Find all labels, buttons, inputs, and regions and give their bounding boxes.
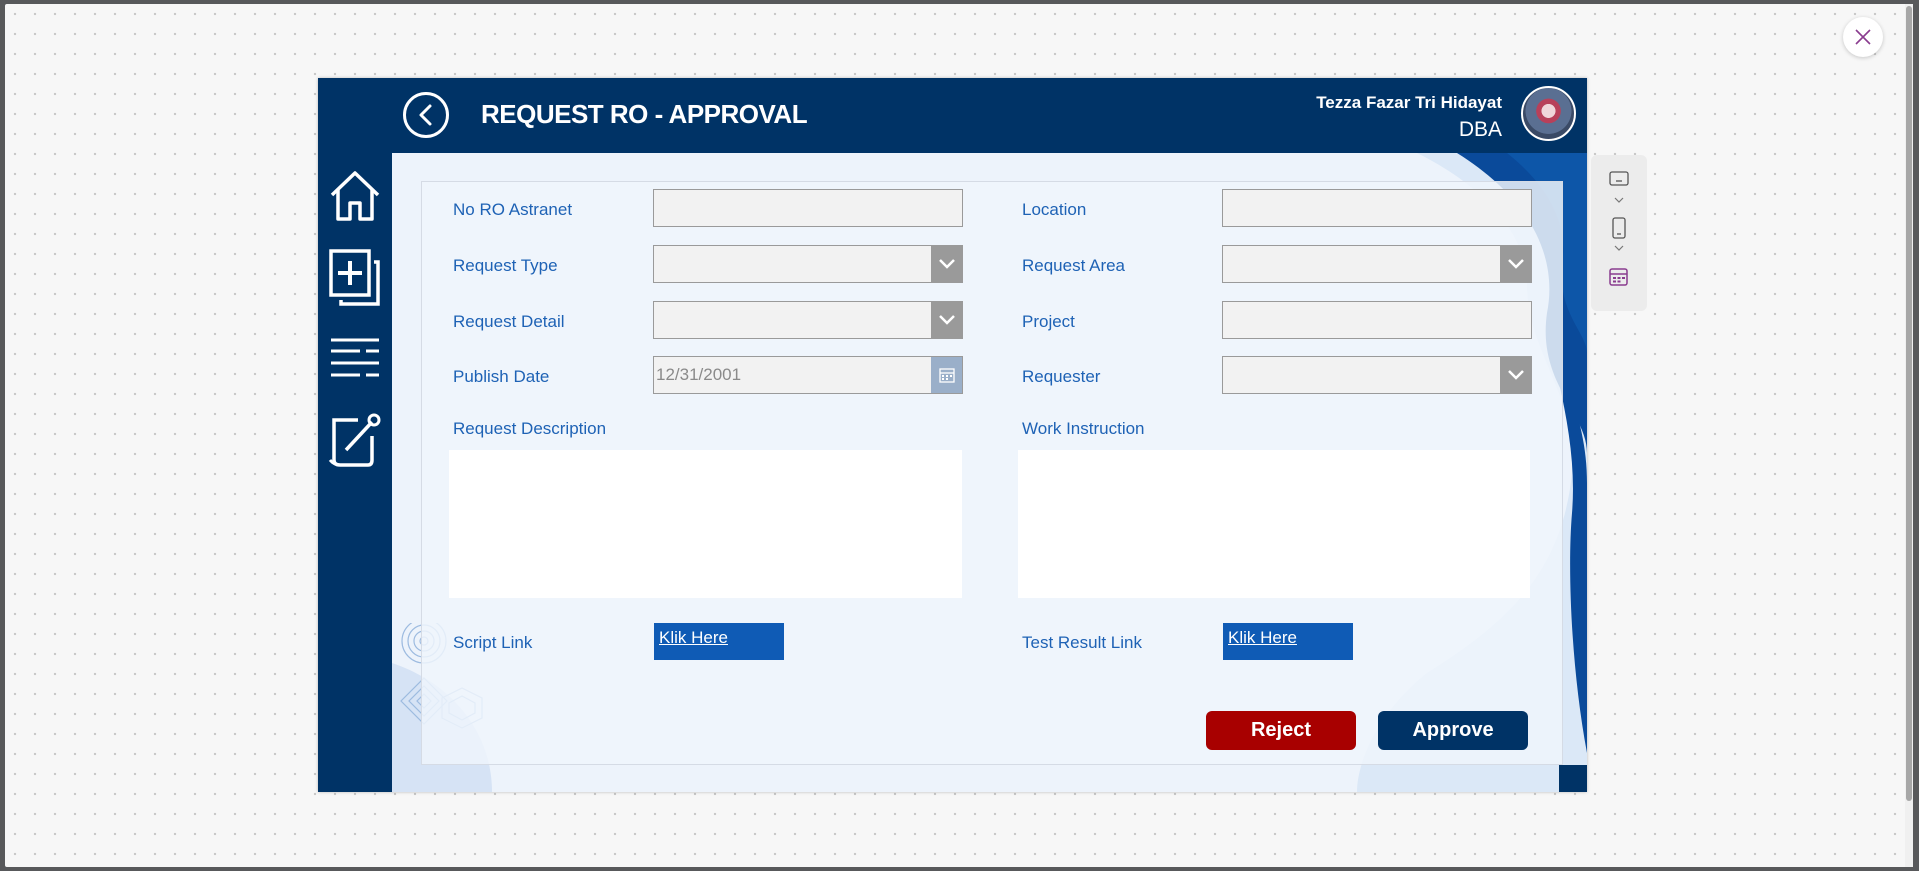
app-header: REQUEST RO - APPROVAL Tezza Fazar Tri Hi…	[318, 78, 1587, 153]
requester-label: Requester	[1022, 367, 1101, 386]
publish-date-value: 12/31/2001	[656, 365, 742, 384]
work-instruction-textarea[interactable]	[1018, 450, 1530, 598]
back-button[interactable]	[403, 92, 449, 138]
request-detail-dropdown[interactable]	[653, 301, 963, 339]
calendar-icon	[1609, 268, 1628, 286]
chevron-down-icon	[938, 315, 955, 325]
corner-accent	[1559, 765, 1587, 792]
request-description-label: Request Description	[453, 419, 607, 438]
script-link-button[interactable]: Klik Here	[654, 623, 784, 660]
project-label: Project	[1022, 312, 1075, 331]
test-result-link-button[interactable]: Klik Here	[1223, 623, 1353, 660]
close-button[interactable]	[1843, 17, 1883, 57]
request-area-dropdown-arrow[interactable]	[1500, 246, 1531, 282]
no-ro-label: No RO Astranet	[453, 200, 573, 219]
request-type-dropdown-arrow[interactable]	[931, 246, 962, 282]
sidebar-item-new-request[interactable]	[327, 248, 383, 308]
no-ro-input[interactable]	[654, 190, 962, 226]
app-screen: REQUEST RO - APPROVAL Tezza Fazar Tri Hi…	[318, 78, 1587, 792]
request-area-label: Request Area	[1022, 256, 1126, 275]
script-link-label: Script Link	[453, 633, 533, 652]
location-field[interactable]	[1222, 189, 1532, 227]
vertical-scrollbar-thumb[interactable]	[1906, 6, 1912, 801]
sidebar-item-approval[interactable]	[327, 410, 383, 470]
reject-button[interactable]: Reject	[1206, 711, 1356, 750]
user-role: DBA	[1458, 118, 1502, 141]
request-area-dropdown[interactable]	[1222, 245, 1532, 283]
avatar	[1521, 86, 1576, 141]
test-result-link-label: Test Result Link	[1022, 633, 1142, 652]
chevron-down-icon	[1507, 370, 1524, 380]
chevron-down-icon	[1507, 259, 1524, 269]
layout-toolbar	[1591, 155, 1647, 311]
request-detail-dropdown-arrow[interactable]	[931, 302, 962, 338]
publish-date-picker[interactable]: 12/31/2001	[653, 356, 963, 394]
sidebar-item-home[interactable]	[327, 166, 383, 226]
portrait-layout-button[interactable]	[1609, 217, 1629, 260]
requester-dropdown-arrow[interactable]	[1500, 357, 1531, 393]
publish-date-label: Publish Date	[453, 367, 550, 386]
home-icon	[330, 171, 380, 221]
work-instruction-label: Work Instruction	[1022, 419, 1145, 438]
calendar-icon	[938, 368, 955, 383]
list-icon	[331, 338, 379, 377]
request-detail-label: Request Detail	[453, 312, 565, 331]
sidebar	[318, 153, 392, 792]
chevron-down-icon	[938, 259, 955, 269]
edit-note-icon	[328, 413, 381, 467]
project-input[interactable]	[1223, 302, 1531, 338]
requester-dropdown[interactable]	[1222, 356, 1532, 394]
date-picker-button[interactable]	[931, 357, 962, 393]
sidebar-item-list[interactable]	[327, 328, 383, 388]
landscape-layout-button[interactable]	[1609, 171, 1629, 212]
user-name: Tezza Fazar Tri Hidayat	[1316, 93, 1502, 112]
close-icon	[1855, 29, 1871, 45]
chevron-left-icon	[419, 104, 432, 126]
no-ro-field[interactable]	[653, 189, 963, 227]
location-input[interactable]	[1223, 190, 1531, 226]
approve-button[interactable]: Approve	[1378, 711, 1528, 750]
phone-icon	[1612, 217, 1626, 251]
location-label: Location	[1022, 200, 1087, 219]
monitor-icon	[1609, 171, 1629, 203]
page-title: REQUEST RO - APPROVAL	[481, 99, 808, 129]
project-field[interactable]	[1222, 301, 1532, 339]
request-description-textarea[interactable]	[449, 450, 962, 598]
add-document-icon	[329, 249, 380, 306]
calendar-layout-button[interactable]	[1609, 267, 1629, 292]
request-type-label: Request Type	[453, 256, 558, 275]
request-type-dropdown[interactable]	[653, 245, 963, 283]
